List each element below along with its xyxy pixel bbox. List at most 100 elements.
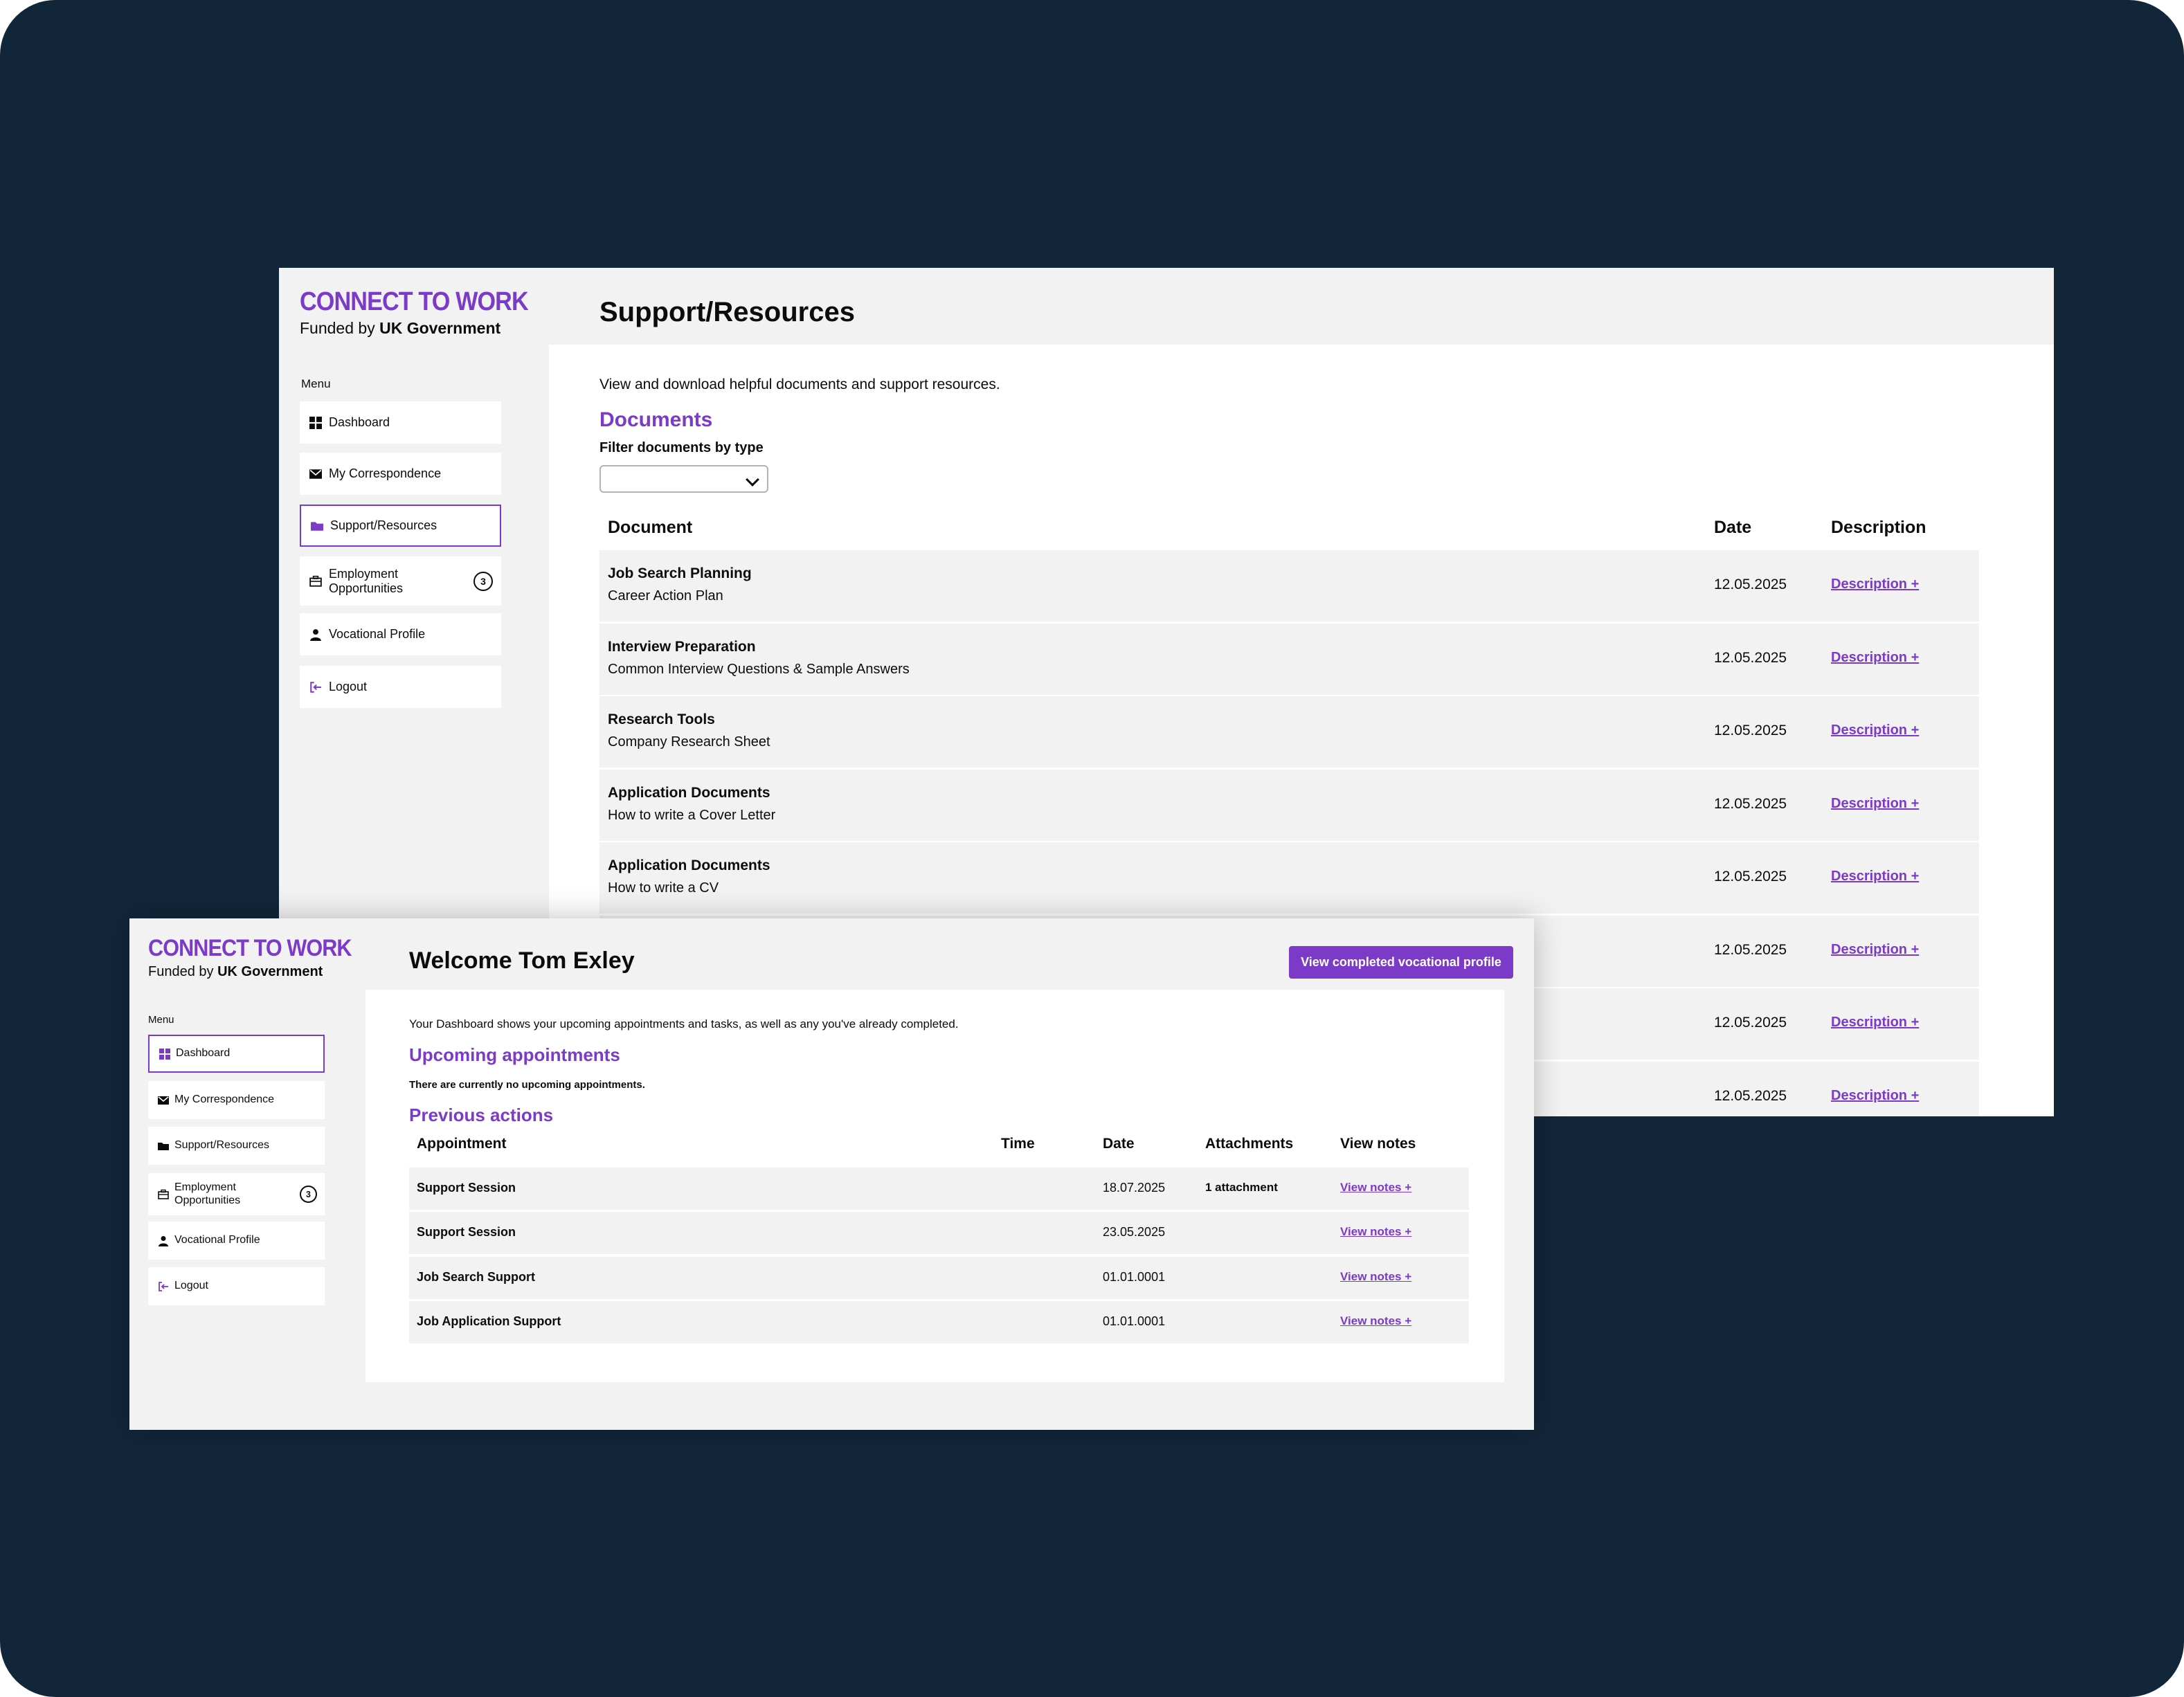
previous-heading: Previous actions xyxy=(409,1105,554,1125)
document-date: 12.05.2025 xyxy=(1714,1015,1787,1031)
sidebar-item-employment-opportunities[interactable]: Employment Opportunities 3 xyxy=(148,1173,325,1215)
folder-icon xyxy=(311,520,323,532)
no-upcoming-text: There are currently no upcoming appointm… xyxy=(409,1079,645,1091)
sidebar: CONNECT TO WORK Funded by UK Government … xyxy=(129,918,352,1430)
intro-text: View and download helpful documents and … xyxy=(599,376,1000,392)
sidebar-item-support-resources[interactable]: Support/Resources xyxy=(300,505,501,547)
documents-heading: Documents xyxy=(599,408,713,431)
document-date: 12.05.2025 xyxy=(1714,942,1787,958)
sidebar-item-label: Employment Opportunities xyxy=(329,566,404,595)
welcome-title: Welcome Tom Exley xyxy=(409,947,635,974)
table-row: Job Search Support 01.01.0001 View notes + xyxy=(409,1257,1469,1299)
document-date: 12.05.2025 xyxy=(1714,723,1787,738)
sidebar-item-label: Dashboard xyxy=(176,1047,231,1060)
appointment-name: Support Session xyxy=(417,1225,516,1239)
description-link[interactable]: Description + xyxy=(1831,942,1919,958)
sidebar-item-label: Logout xyxy=(329,680,368,694)
dashboard-window: CONNECT TO WORK Funded by UK Government … xyxy=(129,918,1534,1430)
sidebar-item-label: Vocational Profile xyxy=(174,1234,260,1246)
sidebar-item-logout[interactable]: Logout xyxy=(300,666,501,708)
table-row: Job Search Planning Career Action Plan 12.… xyxy=(599,550,1979,621)
envelope-icon xyxy=(309,468,322,480)
logo-title: CONNECT TO WORK xyxy=(300,287,529,316)
document-title: Application Documents xyxy=(608,785,770,801)
person-icon xyxy=(309,628,322,641)
description-link[interactable]: Description + xyxy=(1831,796,1919,812)
appointment-attachments: 1 attachment xyxy=(1205,1181,1278,1194)
description-link[interactable]: Description + xyxy=(1831,577,1919,592)
description-link[interactable]: Description + xyxy=(1831,650,1919,666)
notification-count-badge: 3 xyxy=(300,1186,317,1203)
logout-icon xyxy=(309,681,322,693)
table-row: Application Documents How to write a Cove… xyxy=(599,770,1979,841)
folder-icon xyxy=(158,1141,169,1152)
view-vocational-profile-button[interactable]: View completed vocational profile xyxy=(1289,946,1513,979)
sidebar-item-my-correspondence[interactable]: My Correspondence xyxy=(300,453,501,495)
col-document: Document xyxy=(608,518,693,537)
document-subtitle: How to write a Cover Letter xyxy=(608,808,776,823)
document-date: 12.05.2025 xyxy=(1714,796,1787,812)
col-view-notes: View notes xyxy=(1340,1136,1416,1152)
view-notes-link[interactable]: View notes + xyxy=(1340,1270,1411,1284)
sidebar-item-dashboard[interactable]: Dashboard xyxy=(300,401,501,444)
backdrop: CONNECT TO WORK Funded by UK Government … xyxy=(0,0,2184,1697)
briefcase-icon xyxy=(158,1189,169,1200)
appointment-date: 23.05.2025 xyxy=(1103,1225,1166,1239)
sidebar-item-label: My Correspondence xyxy=(174,1093,275,1106)
description-link[interactable]: Description + xyxy=(1831,869,1919,884)
sidebar-item-label: Support/Resources xyxy=(174,1139,269,1152)
sidebar-item-my-correspondence[interactable]: My Correspondence xyxy=(148,1081,325,1119)
appointment-name: Job Search Support xyxy=(417,1270,536,1284)
document-title: Application Documents xyxy=(608,857,770,873)
col-date: Date xyxy=(1714,518,1752,537)
description-link[interactable]: Description + xyxy=(1831,1015,1919,1031)
view-notes-link[interactable]: View notes + xyxy=(1340,1314,1411,1328)
document-subtitle: How to write a CV xyxy=(608,880,719,896)
col-date: Date xyxy=(1103,1136,1135,1152)
sidebar-item-employment-opportunities[interactable]: Employment Opportunities 3 xyxy=(300,556,501,606)
appointment-name: Support Session xyxy=(417,1181,516,1195)
logout-icon xyxy=(158,1281,169,1292)
dashboard-grid-icon xyxy=(159,1048,170,1060)
filter-select[interactable] xyxy=(599,465,768,493)
table-row: Research Tools Company Research Sheet 12.0… xyxy=(599,696,1979,768)
page-title: Support/Resources xyxy=(599,297,855,327)
sidebar-item-label: Support/Resources xyxy=(330,518,437,533)
sidebar-item-label: Dashboard xyxy=(329,415,390,430)
document-date: 12.05.2025 xyxy=(1714,650,1787,666)
col-time: Time xyxy=(1001,1136,1035,1152)
upcoming-heading: Upcoming appointments xyxy=(409,1044,620,1065)
document-date: 12.05.2025 xyxy=(1714,577,1787,592)
menu-label: Menu xyxy=(301,377,331,390)
sidebar-item-support-resources[interactable]: Support/Resources xyxy=(148,1127,325,1165)
sidebar-item-vocational-profile[interactable]: Vocational Profile xyxy=(148,1222,325,1260)
sidebar-item-dashboard[interactable]: Dashboard xyxy=(148,1035,325,1073)
document-date: 12.05.2025 xyxy=(1714,869,1787,884)
document-subtitle: Career Action Plan xyxy=(608,588,723,604)
description-link[interactable]: Description + xyxy=(1831,1088,1919,1104)
briefcase-icon xyxy=(309,575,322,588)
sidebar-item-label: Vocational Profile xyxy=(329,627,426,642)
document-title: Job Search Planning xyxy=(608,565,752,581)
description-link[interactable]: Description + xyxy=(1831,723,1919,738)
sidebar-item-label: Employment Opportunities xyxy=(174,1181,241,1206)
filter-label: Filter documents by type xyxy=(599,440,764,455)
sidebar-item-vocational-profile[interactable]: Vocational Profile xyxy=(300,613,501,655)
sidebar-item-logout[interactable]: Logout xyxy=(148,1267,325,1305)
intro-text: Your Dashboard shows your upcoming appoi… xyxy=(409,1017,959,1031)
sidebar-item-label: Logout xyxy=(174,1280,208,1292)
notification-count-badge: 3 xyxy=(473,571,493,591)
col-attachments: Attachments xyxy=(1205,1136,1294,1152)
document-title: Interview Preparation xyxy=(608,639,756,655)
appointment-name: Job Application Support xyxy=(417,1314,561,1328)
view-notes-link[interactable]: View notes + xyxy=(1340,1181,1411,1195)
appointment-date: 01.01.0001 xyxy=(1103,1314,1166,1328)
logo-subtitle: Funded by UK Government xyxy=(148,964,323,979)
view-notes-link[interactable]: View notes + xyxy=(1340,1225,1411,1239)
document-date: 12.05.2025 xyxy=(1714,1088,1787,1104)
appointment-date: 18.07.2025 xyxy=(1103,1181,1166,1195)
person-icon xyxy=(158,1235,169,1246)
table-row: Application Documents How to write a CV 12… xyxy=(599,842,1979,914)
col-appointment: Appointment xyxy=(417,1136,507,1152)
document-title: Research Tools xyxy=(608,711,715,727)
